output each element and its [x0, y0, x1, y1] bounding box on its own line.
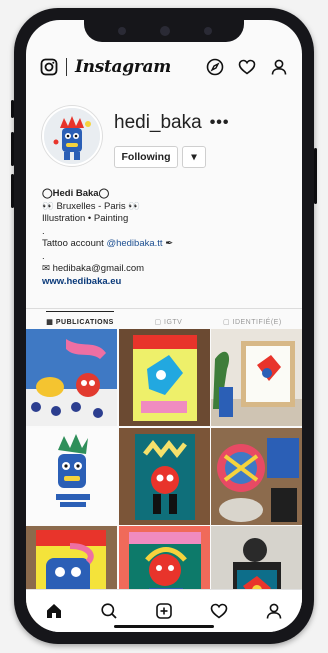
post-thumbnail[interactable]	[118, 329, 210, 426]
post-thumbnail[interactable]	[118, 427, 210, 525]
chevron-down-icon[interactable]: ▾	[182, 146, 206, 168]
bio-category: Illustration • Painting	[42, 213, 129, 224]
bottom-nav	[26, 589, 302, 632]
display-name: ◯Hedi Baka◯	[42, 188, 110, 199]
bio-tattoo-line: Tattoo account @hedibaka.tt ✒	[42, 238, 288, 251]
mute-switch	[11, 100, 14, 118]
tattoo-account-link[interactable]: @hedibaka.tt	[106, 238, 162, 249]
camera-dot	[160, 26, 170, 36]
posts-grid	[26, 329, 302, 623]
username-text: hedi_baka	[114, 112, 202, 133]
instagram-logo: Instagram	[75, 57, 171, 77]
website-link[interactable]: www.hedibaka.eu	[42, 276, 288, 289]
screen: Instagram hedi_baka ••• Following ▾ ◯Hed…	[26, 20, 302, 632]
notch	[84, 20, 244, 42]
bio-tattoo-text: Tattoo account	[42, 238, 107, 249]
tab-tagged[interactable]: ▢ IDENTIFIÉ(E)	[223, 312, 282, 326]
tab-igtv[interactable]: ▢ IGTV	[154, 312, 182, 326]
divider	[66, 58, 67, 76]
volume-down-button	[11, 174, 14, 208]
new-post-icon[interactable]	[155, 602, 173, 620]
bio-dot: .	[42, 250, 45, 262]
camera-icon[interactable]	[40, 58, 58, 76]
post-thumbnail[interactable]	[26, 427, 117, 525]
post-thumbnail[interactable]	[26, 329, 117, 426]
sensor-dot	[118, 27, 126, 35]
home-icon[interactable]	[45, 602, 63, 620]
follow-row: Following ▾	[114, 146, 206, 168]
explore-icon[interactable]	[206, 58, 224, 76]
following-button[interactable]: Following	[114, 146, 178, 168]
post-thumbnail[interactable]	[211, 329, 302, 426]
power-button	[314, 148, 317, 204]
volume-up-button	[11, 132, 14, 166]
bio: ◯Hedi Baka◯ 👀 Bruxelles - Paris 👀 Illust…	[42, 188, 288, 288]
pen-icon: ✒	[165, 238, 174, 249]
heart-icon[interactable]	[238, 58, 256, 76]
home-indicator	[114, 625, 214, 628]
username: hedi_baka •••	[114, 112, 230, 134]
profile-icon[interactable]	[270, 58, 288, 76]
profile-tab-icon[interactable]	[265, 602, 283, 620]
tab-publications[interactable]: ▦ PUBLICATIONS	[46, 311, 114, 326]
more-options-icon[interactable]: •••	[210, 114, 230, 132]
search-icon[interactable]	[100, 602, 118, 620]
bio-dot: .	[42, 225, 45, 237]
post-thumbnail[interactable]	[211, 427, 302, 525]
top-bar: Instagram	[26, 50, 302, 84]
sensor-dot	[204, 27, 212, 35]
phone-frame: Instagram hedi_baka ••• Following ▾ ◯Hed…	[11, 8, 317, 644]
bio-location: 👀 Bruxelles - Paris 👀	[42, 200, 141, 212]
profile-tabs: ▦ PUBLICATIONS ▢ IGTV ▢ IDENTIFIÉ(E)	[26, 308, 302, 329]
bio-email[interactable]: ✉ hedibaka@gmail.com	[42, 263, 288, 276]
avatar[interactable]	[42, 106, 102, 166]
activity-heart-icon[interactable]	[210, 602, 228, 620]
